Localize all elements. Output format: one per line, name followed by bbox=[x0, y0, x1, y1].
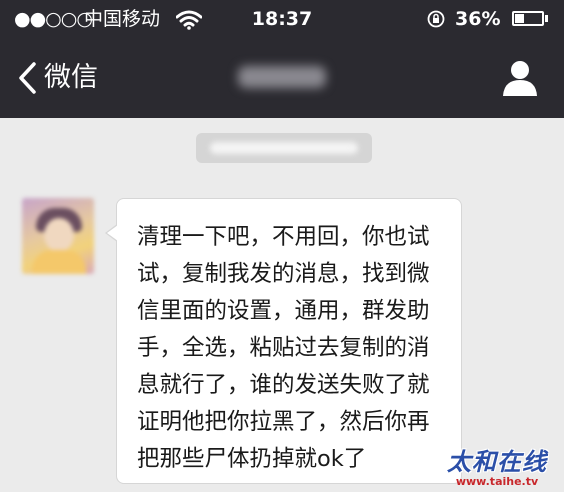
back-label: 微信 bbox=[44, 62, 98, 93]
chevron-left-icon bbox=[19, 62, 36, 94]
timestamp-text bbox=[196, 133, 372, 163]
message-text: 清理一下吧，不用回，你也试试，复制我发的消息，找到微信里面的设置，通用，群发助手… bbox=[137, 224, 430, 472]
person-icon[interactable] bbox=[500, 58, 540, 98]
nav-bar: 微信 bbox=[0, 38, 564, 118]
battery-tip bbox=[545, 15, 548, 22]
watermark-name: 太和在线 bbox=[447, 448, 547, 476]
avatar[interactable] bbox=[22, 198, 94, 274]
battery-icon bbox=[512, 11, 544, 26]
chat-title bbox=[232, 64, 332, 92]
rotation-lock-icon bbox=[427, 10, 445, 28]
avatar-body bbox=[32, 250, 86, 274]
watermark-logo: 太和在线 www.taihe.tv bbox=[438, 448, 556, 488]
watermark-url: www.taihe.tv bbox=[455, 475, 539, 488]
bubble-tail bbox=[107, 225, 118, 241]
status-bar: ●●○○○ 中国移动 18:37 36% bbox=[0, 0, 564, 38]
avatar-face bbox=[44, 218, 74, 252]
battery-fill bbox=[515, 14, 524, 23]
timestamp-pill bbox=[196, 133, 372, 163]
battery-percent: 36% bbox=[455, 8, 501, 30]
message-bubble[interactable]: 清理一下吧，不用回，你也试试，复制我发的消息，找到微信里面的设置，通用，群发助手… bbox=[116, 198, 462, 484]
top-bar: ●●○○○ 中国移动 18:37 36% 微信 bbox=[0, 0, 564, 118]
